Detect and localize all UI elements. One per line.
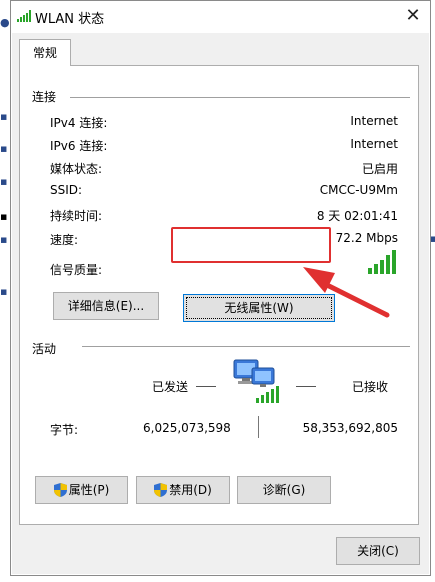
close-button[interactable]: 关闭(C) <box>336 537 420 565</box>
media-state-value: 已启用 <box>361 162 398 176</box>
duration-value: 8 天 02:01:41 <box>316 209 398 223</box>
disable-button[interactable]: 禁用(D) <box>136 476 230 504</box>
wifi-signal-icon <box>17 10 31 22</box>
uac-shield-icon <box>53 483 67 497</box>
bytes-received-value: 58,353,692,805 <box>302 421 398 435</box>
speed-value: 72.2 Mbps <box>335 231 398 245</box>
diagnose-button[interactable]: 诊断(G) <box>237 476 331 504</box>
bytes-label: 字节: <box>50 423 79 437</box>
media-state-label: 媒体状态: <box>50 162 103 176</box>
bytes-sent-value: 6,025,073,598 <box>143 421 231 435</box>
divider <box>82 346 410 347</box>
tab-general[interactable]: 常规 <box>19 39 71 66</box>
properties-label: 属性(P) <box>68 483 110 497</box>
sent-label: 已发送 <box>152 380 189 394</box>
divider <box>258 416 259 438</box>
ipv6-value: Internet <box>350 137 398 151</box>
divider <box>296 386 316 387</box>
ipv4-label: IPv4 连接: <box>50 116 108 130</box>
network-computers-icon <box>233 359 279 403</box>
ipv6-label: IPv6 连接: <box>50 139 108 153</box>
ssid-value: CMCC-U9Mm <box>319 183 398 197</box>
connection-section-title: 连接 <box>32 90 57 104</box>
disable-label: 禁用(D) <box>169 483 212 497</box>
ipv4-value: Internet <box>350 114 398 128</box>
details-button[interactable]: 详细信息(E)... <box>53 292 159 320</box>
received-label: 已接收 <box>352 380 389 394</box>
properties-button[interactable]: 属性(P) <box>35 476 128 504</box>
speed-label: 速度: <box>50 233 79 247</box>
divider <box>70 97 410 98</box>
wlan-status-dialog: WLAN 状态 ✕ 常规 连接 IPv4 连接: Internet IPv6 连… <box>10 0 431 576</box>
annotation-arrow <box>303 267 390 318</box>
divider <box>196 386 216 387</box>
ssid-label: SSID: <box>50 183 83 197</box>
window-title: WLAN 状态 <box>35 12 105 27</box>
signal-quality-label: 信号质量: <box>50 263 103 277</box>
activity-section-title: 活动 <box>32 342 57 356</box>
title-bar[interactable]: WLAN 状态 ✕ <box>11 1 430 33</box>
uac-shield-icon <box>154 483 168 497</box>
close-icon[interactable]: ✕ <box>398 1 428 31</box>
duration-label: 持续时间: <box>50 209 103 223</box>
